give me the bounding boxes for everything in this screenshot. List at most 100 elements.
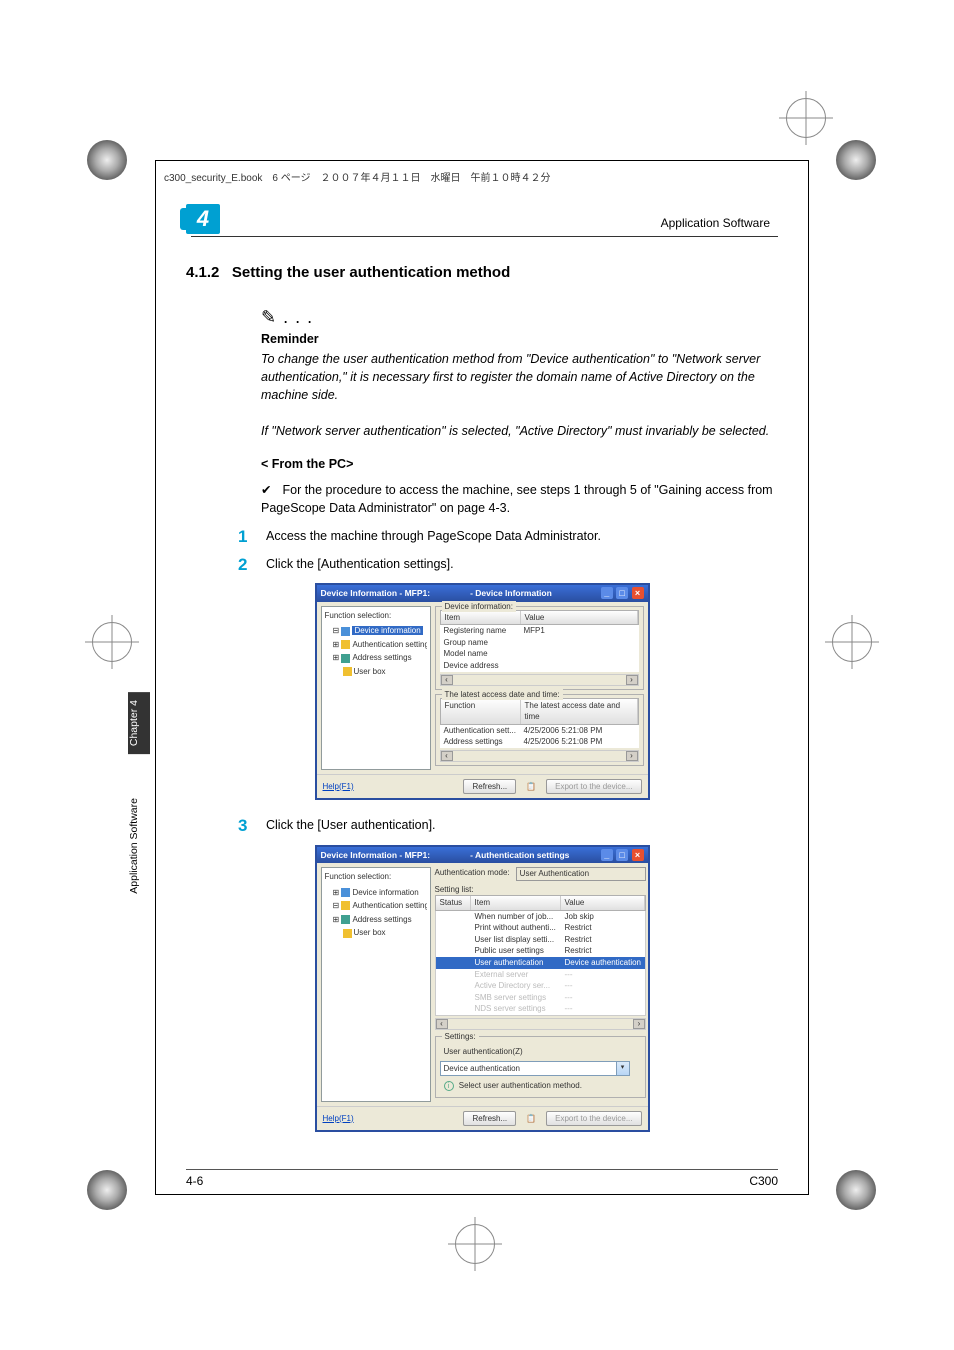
ss1-tree-auth[interactable]: ⊞ Authentication settings — [325, 638, 427, 652]
ss2-userauth-label: User authentication(Z) — [444, 1046, 642, 1058]
ss2-help-link[interactable]: Help(F1) — [323, 1113, 354, 1125]
ss2-dropdown[interactable]: Device authentication ▾ — [440, 1061, 630, 1077]
running-head: Application Software — [191, 216, 778, 237]
address-icon — [341, 654, 350, 663]
ss1-tree-userbox[interactable]: User box — [325, 665, 427, 679]
steps-list: 1 Access the machine through PageScope D… — [238, 527, 778, 573]
crop-header: c300_security_E.book 6 ページ ２００７年４月１１日 水曜… — [164, 169, 800, 184]
ss2-tree-panel: Function selection: ⊞ Device information… — [321, 867, 431, 1102]
crop-ball-br — [836, 1170, 876, 1210]
ss2-title-center: - Authentication settings — [470, 849, 569, 861]
scroll-left-icon: ‹ — [441, 675, 453, 685]
ss1-export-button[interactable]: Export to the device... — [546, 779, 641, 795]
ss2-tree-devinfo[interactable]: ⊞ Device information — [325, 886, 427, 900]
ss2-list-header: Status Item Value — [435, 895, 647, 911]
ss2-settinglist-label: Setting list: — [435, 884, 647, 896]
ss1-func-sel-label: Function selection: — [325, 610, 427, 622]
section-heading: 4.1.2 Setting the user authentication me… — [186, 262, 778, 284]
reg-mark-b — [455, 1224, 495, 1264]
maximize-icon[interactable]: □ — [616, 849, 628, 861]
table-row[interactable]: Print without authenti...Restrict — [436, 922, 646, 934]
from-pc-heading: < From the PC> — [261, 455, 778, 473]
ss1-refresh-button[interactable]: Refresh... — [463, 779, 516, 795]
ss2-scroll[interactable]: ‹› — [435, 1018, 647, 1030]
ss1-list2-header: Function The latest access date and time — [440, 698, 639, 725]
ss2-col-value: Value — [561, 896, 646, 910]
ss2-tree-userbox[interactable]: User box — [325, 926, 427, 940]
reg-mark-r — [832, 622, 872, 662]
userbox-icon — [343, 667, 352, 676]
ss1-tree-devinfo[interactable]: ⊟ Device information — [325, 624, 427, 638]
table-row[interactable]: User list display setti...Restrict — [436, 934, 646, 946]
table-row: NDS server settings--- — [436, 1003, 646, 1015]
reminder-para-2: If "Network server authentication" is se… — [261, 422, 778, 440]
maximize-icon[interactable]: □ — [616, 587, 628, 599]
close-icon[interactable]: × — [632, 587, 644, 599]
table-row: Address settings4/25/2006 5:21:08 PM — [440, 736, 639, 748]
ss2-title-left: Device Information - MFP1: — [321, 849, 431, 861]
check-icon: ✔ — [261, 481, 279, 499]
ss2-tree-addr[interactable]: ⊞ Address settings — [325, 913, 427, 927]
table-row[interactable]: Public user settingsRestrict — [436, 945, 646, 957]
device-info-icon — [341, 627, 350, 636]
table-row: SMB server settings--- — [436, 992, 646, 1004]
side-tab-chapter: Chapter 4 — [128, 692, 150, 754]
reminder-label: Reminder — [261, 330, 778, 348]
folder-icon — [341, 901, 350, 910]
ss1-scroll2[interactable]: ‹› — [440, 750, 639, 762]
folder-icon — [341, 640, 350, 649]
ss1-scroll1[interactable]: ‹› — [440, 674, 639, 686]
chapter-number-badge: 4 — [186, 204, 220, 234]
ss1-tree-addr[interactable]: ⊞ Address settings — [325, 651, 427, 665]
reminder-para-1: To change the user authentication method… — [261, 350, 778, 404]
ss1-col-date: The latest access date and time — [521, 699, 638, 724]
scroll-right-icon: › — [626, 751, 638, 761]
ss1-group2-title: The latest access date and time: — [442, 689, 563, 701]
ss2-dropdown-value: Device authentication — [441, 1062, 616, 1076]
ss2-titlebar: Device Information - MFP1: - Authenticat… — [317, 847, 648, 863]
close-icon[interactable]: × — [632, 849, 644, 861]
footer-page-number: 4-6 — [186, 1174, 203, 1188]
ss2-tree-auth[interactable]: ⊟ Authentication settings — [325, 899, 427, 913]
steps-list-cont: 3 Click the [User authentication]. — [238, 816, 778, 834]
ss2-export-button[interactable]: Export to the device... — [546, 1111, 641, 1127]
ss1-title-left: Device Information - MFP1: — [321, 587, 431, 599]
info-icon: i — [444, 1081, 454, 1091]
step-3-text: Click the [User authentication]. — [266, 818, 436, 832]
ss2-col-item: Item — [471, 896, 561, 910]
ss2-authmode-value: User Authentication — [516, 867, 646, 881]
table-row: Model name — [440, 648, 639, 660]
ss1-title-center: - Device Information — [470, 587, 552, 599]
reminder-icon: ✎ . . . — [261, 304, 778, 330]
page-frame: c300_security_E.book 6 ページ ２００７年４月１１日 水曜… — [155, 160, 809, 1195]
step-2-number: 2 — [238, 553, 247, 578]
crop-ball-bl — [87, 1170, 127, 1210]
minimize-icon[interactable]: _ — [601, 587, 613, 599]
table-row: Authentication sett...4/25/2006 5:21:08 … — [440, 725, 639, 737]
reminder-block: Reminder To change the user authenticati… — [261, 330, 778, 441]
minimize-icon[interactable]: _ — [601, 849, 613, 861]
ss1-col-value: Value — [521, 611, 638, 625]
side-tab-section: Application Software — [128, 798, 150, 894]
ss1-titlebar: Device Information - MFP1: - Device Info… — [317, 585, 648, 601]
address-icon — [341, 915, 350, 924]
step-3: 3 Click the [User authentication]. — [238, 816, 778, 834]
table-row: Active Directory ser...--- — [436, 980, 646, 992]
ss1-tree-panel: Function selection: ⊟ Device information… — [321, 606, 431, 770]
running-head-text: Application Software — [661, 216, 770, 230]
ss1-help-link[interactable]: Help(F1) — [323, 781, 354, 793]
chevron-down-icon[interactable]: ▾ — [616, 1062, 629, 1076]
scroll-left-icon: ‹ — [436, 1019, 448, 1029]
table-row: Registering nameMFP1 — [440, 625, 639, 637]
step-2: 2 Click the [Authentication settings]. — [238, 555, 778, 573]
table-row: Group name — [440, 637, 639, 649]
step-1-number: 1 — [238, 525, 247, 550]
ss2-settings-label: Settings: — [442, 1031, 479, 1043]
step-1: 1 Access the machine through PageScope D… — [238, 527, 778, 545]
table-row[interactable]: When number of job...Job skip — [436, 911, 646, 923]
ss2-refresh-button[interactable]: Refresh... — [463, 1111, 516, 1127]
table-row-selected[interactable]: User authenticationDevice authentication — [436, 957, 646, 969]
ss1-window-buttons: _ □ × — [600, 587, 644, 599]
content-area: 4.1.2 Setting the user authentication me… — [186, 262, 778, 1132]
table-row: External server--- — [436, 969, 646, 981]
